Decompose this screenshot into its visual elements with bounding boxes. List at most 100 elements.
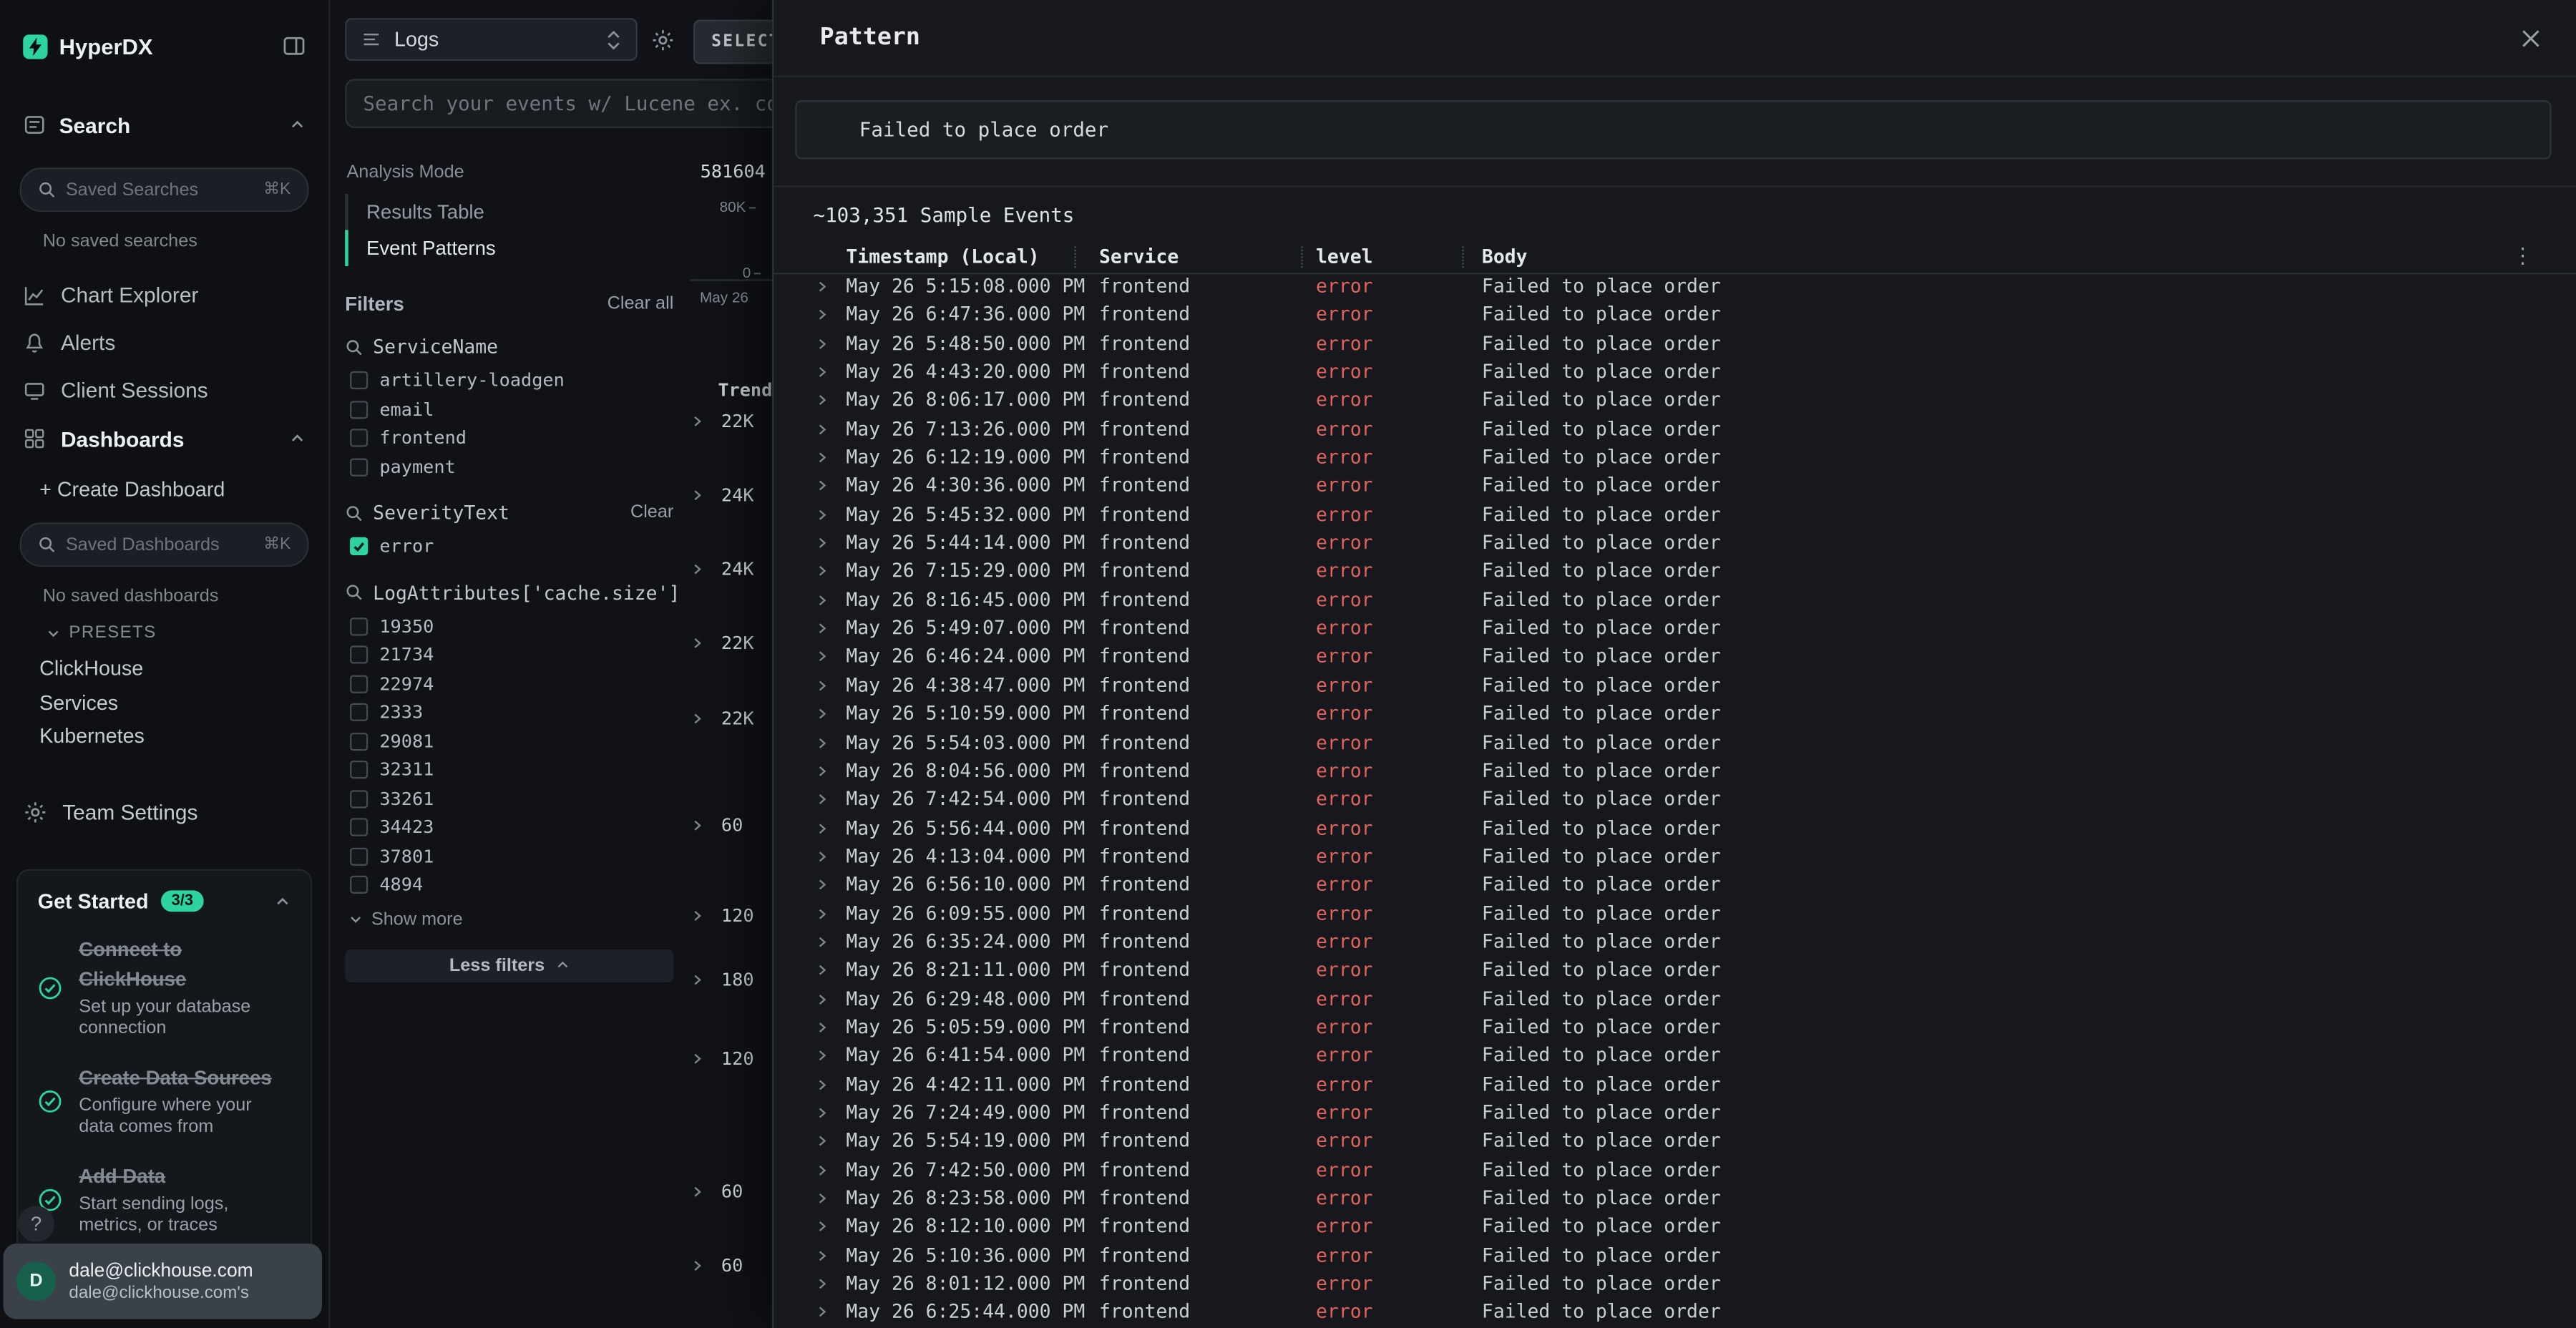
pattern-row[interactable]: 180 bbox=[690, 967, 753, 990]
filter-option[interactable]: 29081 bbox=[345, 727, 673, 756]
event-row[interactable]: May 26 8:23:58.000 PM frontend error Fai… bbox=[774, 1184, 2576, 1213]
expand-row-icon[interactable] bbox=[815, 1276, 830, 1292]
presets-toggle[interactable]: PRESETS bbox=[46, 622, 328, 643]
event-row[interactable]: May 26 6:47:36.000 PM frontend error Fai… bbox=[774, 301, 2576, 330]
event-row[interactable]: May 26 5:45:32.000 PM frontend error Fai… bbox=[774, 501, 2576, 529]
expand-row-icon[interactable] bbox=[815, 821, 830, 836]
event-row[interactable]: May 26 6:35:24.000 PM frontend error Fai… bbox=[774, 928, 2576, 957]
column-body[interactable]: Body bbox=[1482, 245, 1528, 268]
expand-row-icon[interactable] bbox=[815, 963, 830, 978]
source-settings-button[interactable] bbox=[645, 23, 678, 56]
expand-row-icon[interactable] bbox=[815, 507, 830, 522]
expand-row-icon[interactable] bbox=[815, 849, 830, 864]
expand-row-icon[interactable] bbox=[815, 421, 830, 436]
get-started-item-add-data[interactable]: Add Data Start sending logs, metrics, or… bbox=[38, 1161, 291, 1238]
event-row[interactable]: May 26 5:10:36.000 PM frontend error Fai… bbox=[774, 1241, 2576, 1270]
collapse-sidebar-icon[interactable] bbox=[283, 34, 306, 57]
event-row[interactable]: May 26 4:38:47.000 PM frontend error Fai… bbox=[774, 672, 2576, 700]
event-row[interactable]: May 26 8:12:10.000 PM frontend error Fai… bbox=[774, 1213, 2576, 1241]
event-row[interactable]: May 26 8:01:12.000 PM frontend error Fai… bbox=[774, 1270, 2576, 1299]
event-row[interactable]: May 26 4:42:11.000 PM frontend error Fai… bbox=[774, 1070, 2576, 1099]
expand-row-icon[interactable] bbox=[815, 878, 830, 893]
get-started-item-sources[interactable]: Create Data Sources Configure where your… bbox=[38, 1062, 291, 1139]
checkbox-icon[interactable] bbox=[350, 847, 368, 865]
expand-row-icon[interactable] bbox=[815, 792, 830, 807]
pattern-row[interactable]: 60 bbox=[690, 1254, 743, 1276]
pattern-row[interactable]: 22K bbox=[690, 631, 753, 654]
expand-row-icon[interactable] bbox=[815, 763, 830, 778]
checkbox-icon[interactable] bbox=[350, 371, 368, 389]
checkbox-icon[interactable] bbox=[350, 819, 368, 836]
checkbox-checked-icon[interactable] bbox=[350, 537, 368, 555]
filter-option[interactable]: 22974 bbox=[345, 670, 673, 698]
checkbox-icon[interactable] bbox=[350, 790, 368, 808]
event-row[interactable]: May 26 7:42:50.000 PM frontend error Fai… bbox=[774, 1156, 2576, 1185]
event-row[interactable]: May 26 5:15:08.000 PM frontend error Fai… bbox=[774, 273, 2576, 301]
search-section-header[interactable]: Search bbox=[0, 105, 328, 145]
clear-severity-button[interactable]: Clear bbox=[630, 503, 673, 523]
event-row[interactable]: May 26 5:49:07.000 PM frontend error Fai… bbox=[774, 615, 2576, 643]
pattern-row[interactable]: 120 bbox=[690, 1047, 753, 1070]
checkbox-icon[interactable] bbox=[350, 876, 368, 894]
facet-servicename-header[interactable]: ServiceName bbox=[345, 335, 673, 358]
event-row[interactable]: May 26 8:04:56.000 PM frontend error Fai… bbox=[774, 757, 2576, 786]
event-row[interactable]: May 26 5:44:14.000 PM frontend error Fai… bbox=[774, 529, 2576, 558]
event-row[interactable]: May 26 6:41:54.000 PM frontend error Fai… bbox=[774, 1042, 2576, 1070]
expand-row-icon[interactable] bbox=[815, 592, 830, 607]
expand-row-icon[interactable] bbox=[815, 1105, 830, 1120]
filter-option[interactable]: 2333 bbox=[345, 698, 673, 727]
filter-option[interactable]: error bbox=[345, 532, 673, 561]
event-row[interactable]: May 26 4:30:36.000 PM frontend error Fai… bbox=[774, 472, 2576, 501]
get-started-header[interactable]: Get Started 3/3 bbox=[38, 889, 291, 912]
event-row[interactable]: May 26 6:09:55.000 PM frontend error Fai… bbox=[774, 899, 2576, 928]
expand-row-icon[interactable] bbox=[815, 1305, 830, 1320]
event-row[interactable]: May 26 8:16:45.000 PM frontend error Fai… bbox=[774, 586, 2576, 615]
expand-row-icon[interactable] bbox=[815, 1191, 830, 1206]
checkbox-icon[interactable] bbox=[350, 703, 368, 721]
expand-row-icon[interactable] bbox=[815, 678, 830, 693]
pattern-row[interactable]: 60 bbox=[690, 813, 743, 836]
sidebar-item-client-sessions[interactable]: Client Sessions bbox=[0, 366, 328, 414]
expand-row-icon[interactable] bbox=[815, 707, 830, 722]
expand-row-icon[interactable] bbox=[815, 1048, 830, 1063]
checkbox-icon[interactable] bbox=[350, 675, 368, 693]
expand-row-icon[interactable] bbox=[815, 934, 830, 949]
event-row[interactable]: May 26 6:46:24.000 PM frontend error Fai… bbox=[774, 643, 2576, 672]
filter-option[interactable]: payment bbox=[345, 453, 673, 482]
filter-option[interactable]: 34423 bbox=[345, 813, 673, 841]
expand-row-icon[interactable] bbox=[815, 394, 830, 409]
event-row[interactable]: May 26 4:13:04.000 PM frontend error Fai… bbox=[774, 843, 2576, 872]
event-row[interactable]: May 26 4:43:20.000 PM frontend error Fai… bbox=[774, 358, 2576, 387]
team-settings-link[interactable]: Team Settings bbox=[0, 789, 328, 835]
event-row[interactable]: May 26 6:56:10.000 PM frontend error Fai… bbox=[774, 871, 2576, 899]
pattern-row[interactable]: 22K bbox=[690, 409, 753, 432]
expand-row-icon[interactable] bbox=[815, 735, 830, 750]
expand-row-icon[interactable] bbox=[815, 1219, 830, 1234]
column-level[interactable]: level bbox=[1316, 245, 1372, 268]
sidebar-item-chart-explorer[interactable]: Chart Explorer bbox=[0, 271, 328, 319]
clear-all-filters-button[interactable]: Clear all bbox=[608, 294, 674, 314]
expand-row-icon[interactable] bbox=[815, 992, 830, 1007]
filter-option[interactable]: 33261 bbox=[345, 784, 673, 813]
expand-row-icon[interactable] bbox=[815, 336, 830, 351]
expand-row-icon[interactable] bbox=[815, 536, 830, 551]
event-row[interactable]: May 26 5:54:03.000 PM frontend error Fai… bbox=[774, 728, 2576, 757]
checkbox-icon[interactable] bbox=[350, 617, 368, 635]
table-options-icon[interactable]: ⋮ bbox=[2512, 243, 2533, 270]
filter-option[interactable]: 37801 bbox=[345, 842, 673, 871]
dashboards-section-header[interactable]: Dashboards bbox=[0, 414, 328, 464]
event-row[interactable]: May 26 5:10:59.000 PM frontend error Fai… bbox=[774, 700, 2576, 728]
checkbox-icon[interactable] bbox=[350, 458, 368, 476]
saved-searches-input[interactable]: Saved Searches ⌘K bbox=[20, 167, 309, 212]
checkbox-icon[interactable] bbox=[350, 646, 368, 664]
expand-row-icon[interactable] bbox=[815, 1248, 830, 1263]
preset-clickhouse[interactable]: ClickHouse bbox=[0, 652, 328, 685]
checkbox-icon[interactable] bbox=[350, 401, 368, 419]
get-started-item-connect[interactable]: Connect to ClickHouse Set up your databa… bbox=[38, 934, 291, 1040]
event-row[interactable]: May 26 7:15:29.000 PM frontend error Fai… bbox=[774, 557, 2576, 586]
filter-option[interactable]: 19350 bbox=[345, 612, 673, 640]
event-row[interactable]: May 26 5:05:59.000 PM frontend error Fai… bbox=[774, 1013, 2576, 1042]
column-service[interactable]: Service bbox=[1099, 245, 1179, 268]
facet-cachesize-header[interactable]: LogAttributes['cache.size'] bbox=[345, 581, 673, 604]
filter-option[interactable]: frontend bbox=[345, 424, 673, 452]
